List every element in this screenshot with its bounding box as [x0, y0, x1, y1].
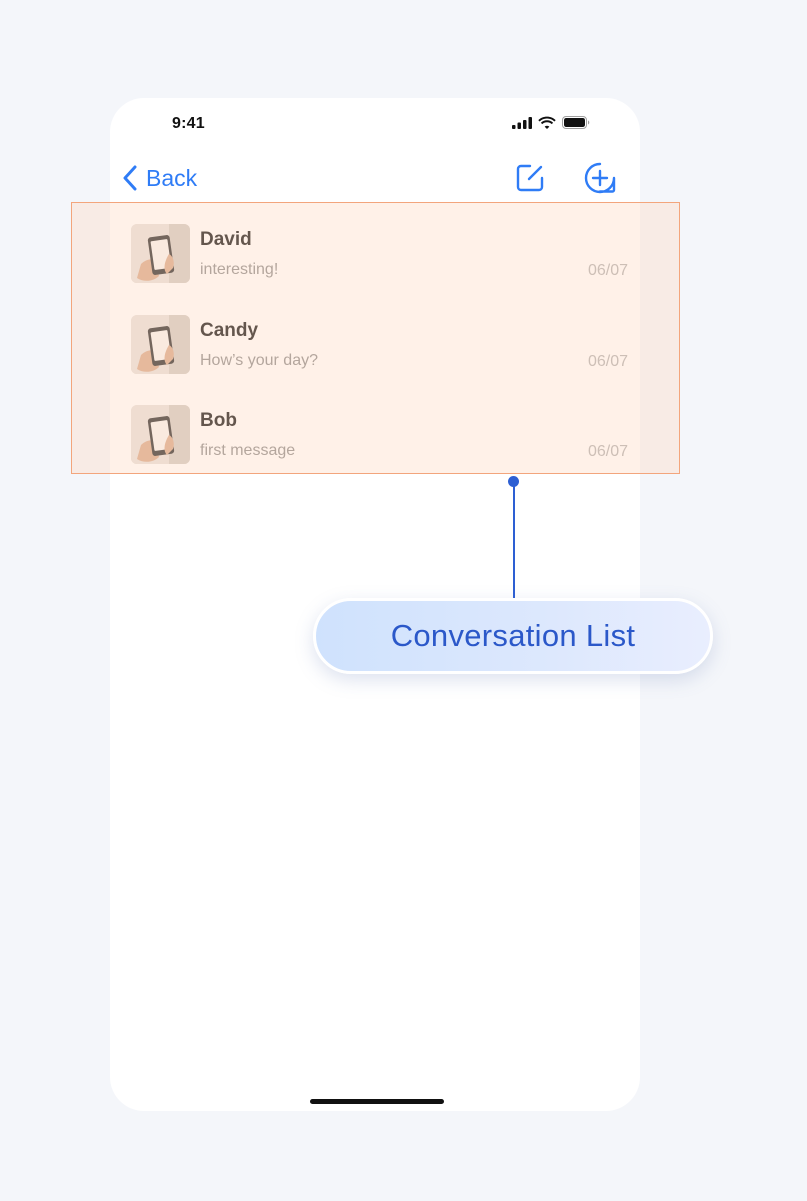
- connector-line: [513, 481, 515, 599]
- status-icons: [512, 116, 590, 129]
- back-button[interactable]: Back: [122, 162, 197, 194]
- home-indicator: [310, 1099, 444, 1104]
- annotation-label: Conversation List: [390, 618, 636, 653]
- conversation-list-highlight: [71, 202, 680, 474]
- annotation-callout: Conversation List: [313, 598, 713, 674]
- wifi-icon: [538, 116, 556, 129]
- nav-bar: Back: [110, 158, 640, 198]
- status-time: 9:41: [172, 115, 205, 132]
- compose-icon: [516, 164, 544, 192]
- status-bar: 9:41: [110, 98, 640, 150]
- compose-button[interactable]: [512, 160, 548, 196]
- add-circle-icon: [584, 162, 616, 194]
- cellular-signal-icon: [512, 116, 532, 129]
- chevron-left-icon: [123, 165, 137, 191]
- battery-icon: [562, 116, 590, 129]
- new-conversation-button[interactable]: [582, 160, 618, 196]
- back-label: Back: [146, 164, 198, 191]
